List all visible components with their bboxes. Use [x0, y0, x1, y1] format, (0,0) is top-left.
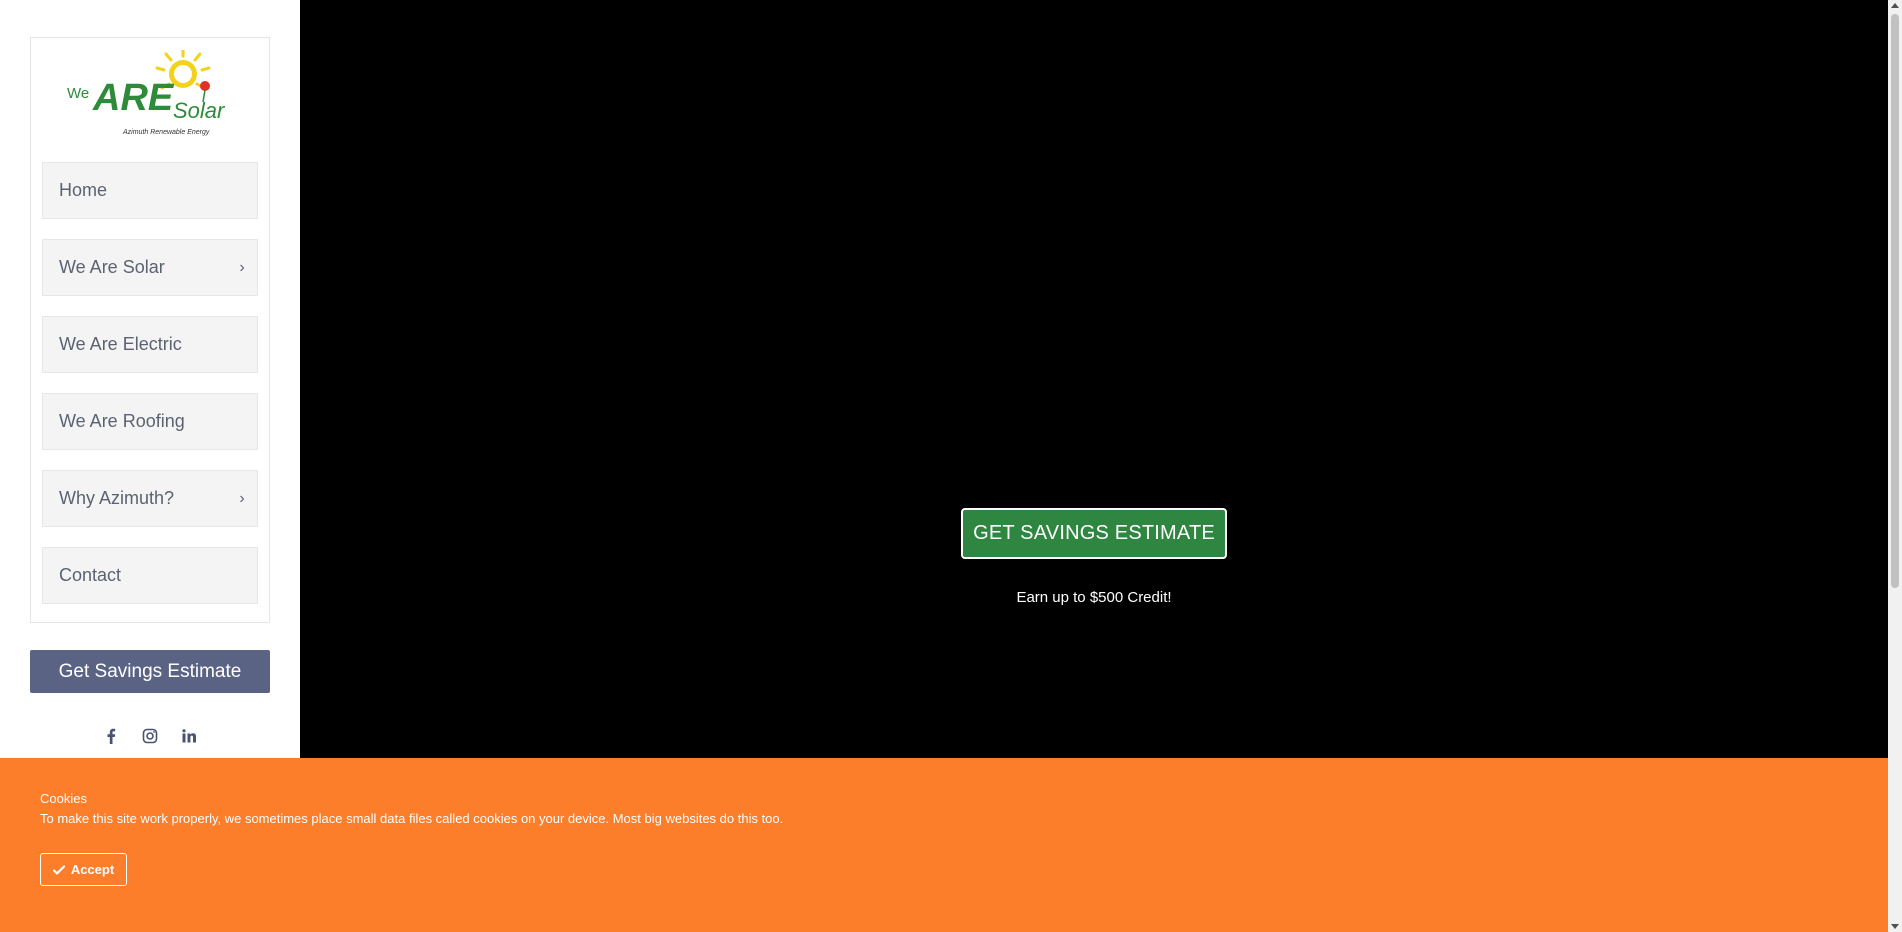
- facebook-icon[interactable]: [100, 725, 122, 747]
- cookie-accept-label: Accept: [70, 862, 115, 877]
- sidebar-item-label: We Are Roofing: [59, 411, 185, 431]
- scroll-down-arrow-icon[interactable]: [1891, 924, 1899, 929]
- cookie-text: To make this site work properly, we some…: [40, 811, 784, 826]
- sidebar-item-contact[interactable]: Contact: [42, 547, 258, 604]
- site-logo[interactable]: We ARE Solar Azimuth Renewable Energy: [65, 50, 237, 142]
- sidebar-item-we-are-roofing[interactable]: We Are Roofing: [42, 393, 258, 450]
- page-scrollbar[interactable]: [1888, 0, 1902, 932]
- sidebar-item-we-are-solar[interactable]: We Are Solar ›: [42, 239, 258, 296]
- scrollbar-thumb[interactable]: [1891, 14, 1899, 588]
- sidebar-item-home[interactable]: Home: [42, 162, 258, 219]
- svg-text:Solar: Solar: [173, 98, 226, 123]
- sidebar-item-label: Home: [59, 180, 108, 200]
- linkedin-icon[interactable]: [178, 725, 200, 747]
- cookie-title: Cookies: [40, 791, 87, 806]
- get-savings-estimate-button[interactable]: Get Savings Estimate: [30, 650, 270, 693]
- scroll-up-arrow-icon[interactable]: [1891, 3, 1899, 8]
- sidebar-item-label: Contact: [59, 565, 122, 585]
- sidebar-item-label: We Are Electric: [59, 334, 182, 354]
- sidebar-item-we-are-electric[interactable]: We Are Electric: [42, 316, 258, 373]
- cookie-banner: Cookies To make this site work properly,…: [0, 758, 1888, 932]
- hero-get-savings-estimate-button[interactable]: GET SAVINGS ESTIMATE: [961, 508, 1227, 559]
- hero-credit-text: Earn up to $500 Credit!: [1016, 589, 1172, 606]
- cookie-accept-button[interactable]: Accept: [40, 853, 127, 886]
- sidebar-item-label: Why Azimuth?: [59, 488, 175, 508]
- svg-text:ARE: ARE: [92, 77, 175, 119]
- sidebar-nav-box: We ARE Solar Azimuth Renewable Energy Ho…: [30, 37, 270, 623]
- social-links: [100, 725, 200, 747]
- check-icon: [52, 864, 65, 875]
- instagram-icon[interactable]: [139, 725, 161, 747]
- chevron-right-icon: ›: [239, 489, 245, 507]
- sidebar-item-label: We Are Solar: [59, 257, 165, 277]
- sidebar-item-why-azimuth[interactable]: Why Azimuth? ›: [42, 470, 258, 527]
- svg-text:We: We: [67, 85, 89, 102]
- svg-text:Azimuth Renewable Energy: Azimuth Renewable Energy: [122, 129, 210, 136]
- chevron-right-icon: ›: [239, 258, 245, 276]
